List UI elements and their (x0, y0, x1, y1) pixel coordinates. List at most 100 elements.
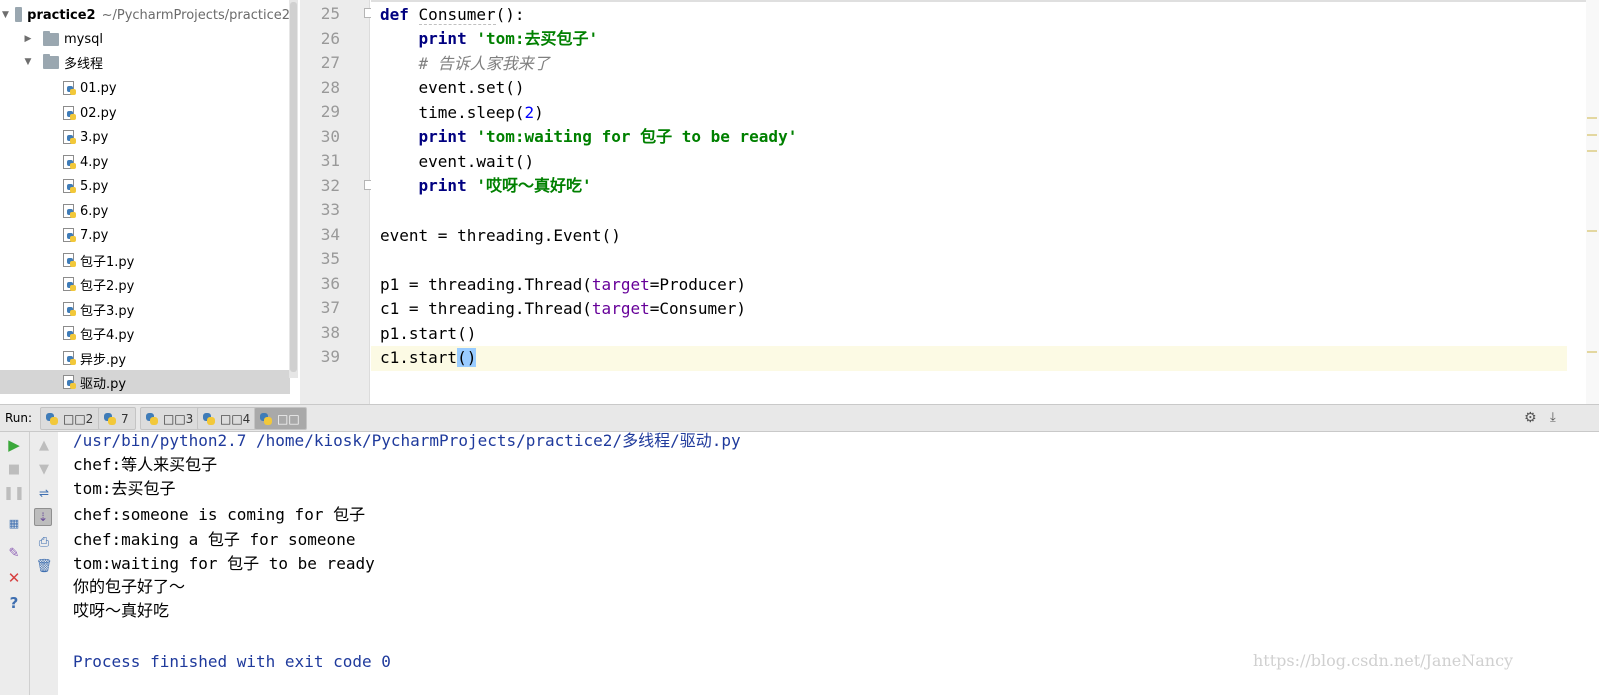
tree-folder-multithread[interactable]: ▼ 多线程 (0, 50, 290, 74)
warning-marker-icon[interactable] (1587, 351, 1597, 353)
tree-file[interactable]: 包子1.py (0, 248, 290, 272)
run-icon[interactable]: ▶ (5, 436, 23, 454)
run-tab[interactable]: □□2 (40, 407, 101, 430)
tree-folder-mysql[interactable]: ▶ mysql (0, 27, 290, 51)
code-text: ) (534, 103, 544, 122)
code-line-38: p1.start() (380, 322, 476, 346)
warning-marker-icon[interactable] (1587, 150, 1597, 152)
tree-file[interactable]: 7.py (0, 223, 290, 247)
pycharm-window: ▼ practice2 ~/PycharmProjects/practice2 … (0, 0, 1599, 695)
file-name: 包子4.py (80, 327, 135, 343)
console-line: 你的包子好了～ (73, 577, 186, 596)
code-text: event.wait() (418, 152, 535, 171)
help-icon[interactable]: ? (5, 594, 23, 612)
run-tab-active[interactable]: □□ (254, 407, 307, 430)
code-text: event.set() (418, 78, 525, 97)
code-line-28: event.set() (380, 76, 525, 100)
scroll-to-end-icon[interactable]: ⇣ (34, 508, 52, 526)
clear-all-icon[interactable]: 🗑 (35, 557, 53, 575)
tree-file[interactable]: 6.py (0, 199, 290, 223)
file-name: 异步.py (80, 352, 127, 368)
run-label: Run: (5, 411, 33, 425)
chevron-down-icon[interactable]: ▼ (22, 56, 34, 68)
tree-file[interactable]: 01.py (0, 76, 290, 100)
tree-file[interactable]: 异步.py (0, 346, 290, 370)
line-number: 28 (320, 78, 340, 97)
close-icon[interactable]: ✕ (5, 569, 23, 587)
python-file-icon (62, 178, 77, 194)
file-name: 7.py (80, 227, 109, 243)
code-line-34: event = threading.Event() (380, 224, 621, 248)
stop-icon[interactable]: ■ (5, 460, 23, 478)
keyword-argument: target (591, 275, 650, 294)
folder-icon (14, 6, 23, 22)
line-number: 37 (320, 298, 340, 317)
python-file-icon (62, 252, 77, 268)
editor-error-stripe[interactable] (1586, 0, 1599, 404)
gear-icon[interactable]: ⚙ (1524, 410, 1537, 426)
code-line-30: print 'tom:waiting for 包子 to be ready' (380, 125, 798, 149)
run-tab[interactable]: 7 (98, 407, 136, 430)
tree-file[interactable]: 包子2.py (0, 272, 290, 296)
code-line-25: def Consumer(): (380, 3, 525, 27)
line-number: 31 (320, 151, 340, 170)
tree-file[interactable]: 02.py (0, 101, 290, 125)
editor-tab-strip-edge (371, 0, 1599, 2)
python-file-icon (62, 203, 77, 219)
up-arrow-icon[interactable]: ▲ (35, 436, 53, 454)
string-literal: '哎呀～真好吃' (476, 176, 592, 195)
file-name: 4.py (80, 154, 109, 170)
run-tab-label: □□ (277, 411, 300, 426)
tree-scrollbar[interactable] (289, 0, 298, 378)
run-tool-window-header: Run: □□2 7 □□3 □□4 □□ ⚙ ⤓ (0, 404, 1599, 432)
code-text: p1.start() (380, 324, 477, 343)
pause-icon[interactable]: ❚❚ (3, 484, 25, 502)
code-line-39: c1.start() (380, 346, 477, 370)
code-line-32: print '哎呀～真好吃' (380, 174, 592, 198)
tree-file[interactable]: 包子4.py (0, 321, 290, 345)
line-number: 25 (320, 4, 340, 23)
code-line-31: event.wait() (380, 150, 535, 174)
file-name: 01.py (80, 80, 117, 96)
root-folder-name: practice2 (27, 7, 96, 23)
pin-icon[interactable]: ✎ (5, 544, 23, 562)
matched-brace: () (457, 348, 477, 367)
code-editor[interactable]: def Consumer(): print 'tom:去买包子' # 告诉人家我… (371, 0, 1599, 404)
run-tab[interactable]: □□3 (140, 407, 201, 430)
tree-file-selected[interactable]: 驱动.py (0, 370, 290, 394)
soft-wrap-icon[interactable]: ⇌ (35, 484, 53, 502)
tree-file[interactable]: 3.py (0, 125, 290, 149)
down-arrow-icon[interactable]: ▼ (35, 460, 53, 478)
code-text: (): (495, 5, 525, 24)
python-file-icon (62, 154, 77, 170)
console-line: chef:making a 包子 for someone (73, 530, 356, 549)
tree-scrollbar-thumb[interactable] (290, 2, 297, 372)
tree-file[interactable]: 包子3.py (0, 297, 290, 321)
print-icon[interactable]: ⎙ (35, 533, 53, 551)
file-name: 5.py (80, 178, 109, 194)
chevron-right-icon[interactable]: ▶ (22, 33, 34, 45)
rerun-icon[interactable]: ▦ (5, 514, 23, 532)
console-line: tom:waiting for 包子 to be ready (73, 554, 375, 573)
warning-marker-icon[interactable] (1587, 117, 1597, 119)
tree-root-practice2[interactable]: ▼ practice2 ~/PycharmProjects/practice2 (0, 3, 290, 27)
keyword-argument: target (591, 299, 650, 318)
tree-file[interactable]: 4.py (0, 150, 290, 174)
hide-panel-icon[interactable]: ⤓ (1550, 410, 1556, 425)
chevron-down-icon[interactable]: ▼ (2, 9, 9, 21)
code-text: time.sleep( (418, 103, 525, 122)
warning-marker-icon[interactable] (1587, 230, 1597, 232)
tree-file[interactable]: 5.py (0, 174, 290, 198)
code-text: =Consumer) (649, 299, 747, 318)
root-folder-path: ~/PycharmProjects/practice2 (101, 7, 290, 23)
run-tab[interactable]: □□4 (197, 407, 258, 430)
file-name: 包子2.py (80, 278, 135, 294)
folder-icon (43, 30, 59, 46)
line-number: 34 (320, 225, 340, 244)
string-literal: 'tom:去买包子' (476, 29, 599, 48)
warning-marker-icon[interactable] (1587, 134, 1597, 136)
